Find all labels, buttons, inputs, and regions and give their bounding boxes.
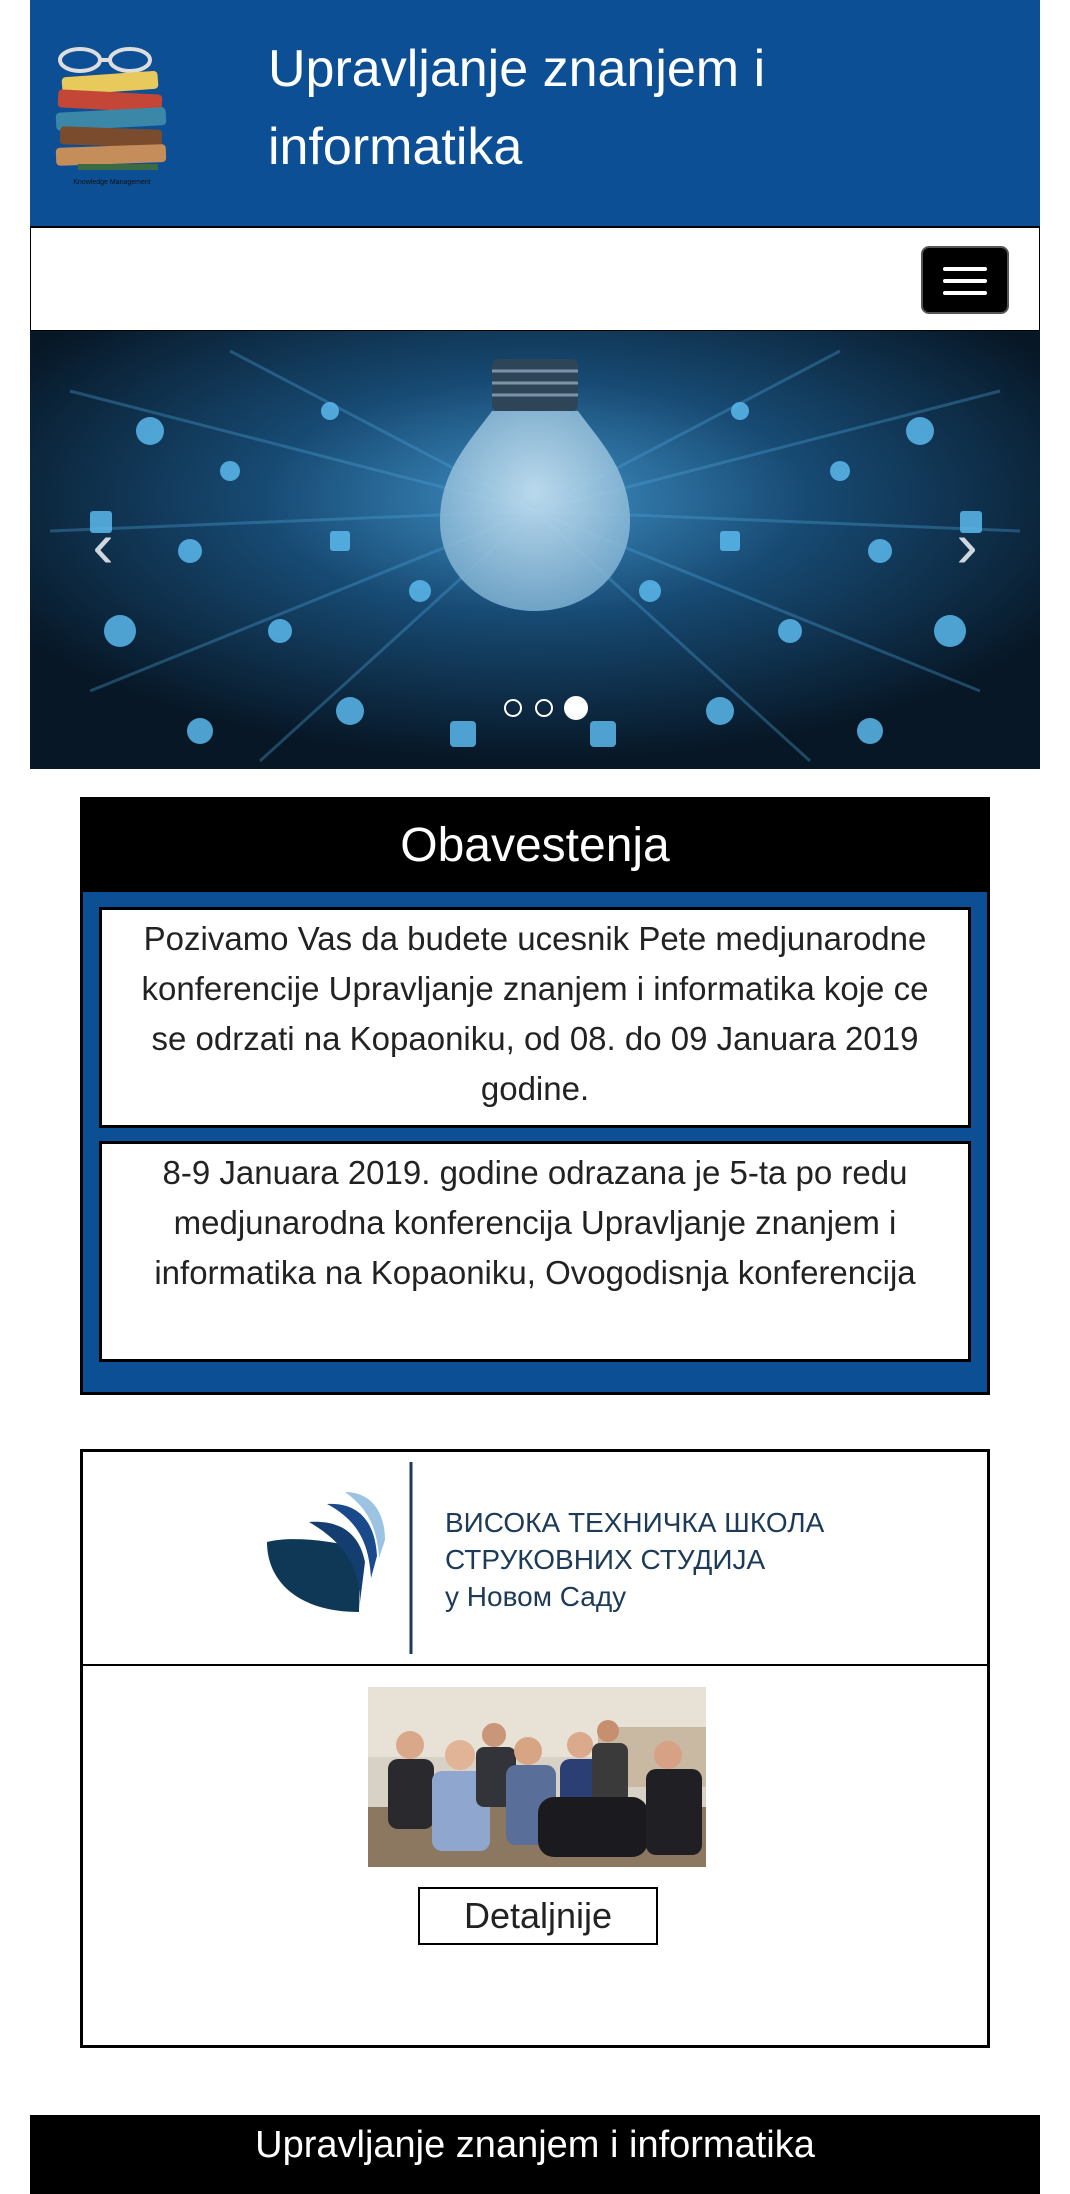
notice-item[interactable]: Pozivamo Vas da budete ucesnik Pete medj… — [99, 907, 971, 1128]
hero-carousel: ‹ › — [30, 331, 1040, 769]
hamburger-menu-icon[interactable] — [921, 246, 1009, 314]
logo-caption: Knowledge Management — [73, 179, 150, 186]
carousel-indicator-3[interactable] — [564, 696, 588, 720]
site-header: Knowledge Management Upravljanje znanjem… — [30, 0, 1040, 228]
conference-audience-photo[interactable] — [368, 1687, 706, 1867]
school-name: ВИСОКА ТЕХНИЧКА ШКОЛА СТРУКОВНИХ СТУДИЈА… — [445, 1504, 824, 1615]
school-name-line: у Новом Саду — [445, 1581, 627, 1612]
chevron-right-icon[interactable]: › — [942, 513, 992, 577]
books-with-glasses-icon[interactable]: Knowledge Management — [52, 46, 192, 190]
site-footer: Upravljanje znanjem i informatika — [30, 2115, 1040, 2194]
school-name-line: ВИСОКА ТЕХНИЧКА ШКОЛА — [445, 1507, 825, 1538]
details-button[interactable]: Detaljnije — [418, 1887, 658, 1945]
carousel-indicator-2[interactable] — [535, 699, 553, 717]
school-name-line: СТРУКОВНИХ СТУДИЈА — [445, 1544, 766, 1575]
notices-panel: Obavestenja Pozivamo Vas da budete ucesn… — [80, 797, 990, 1395]
school-logo-banner: ВИСОКА ТЕХНИЧКА ШКОЛА СТРУКОВНИХ СТУДИЈА… — [83, 1452, 987, 1666]
carousel-indicator-1[interactable] — [504, 699, 522, 717]
notice-item[interactable]: 8-9 Januara 2019. godine odrazana je 5-t… — [99, 1141, 971, 1362]
notices-title: Obavestenja — [83, 800, 987, 892]
navbar — [30, 228, 1040, 331]
carousel-indicators — [494, 695, 624, 725]
site-title[interactable]: Upravljanje znanjem i informatika — [268, 30, 908, 186]
chevron-left-icon[interactable]: ‹ — [78, 513, 128, 577]
conference-card: ВИСОКА ТЕХНИЧКА ШКОЛА СТРУКОВНИХ СТУДИЈА… — [80, 1449, 990, 2048]
footer-title: Upravljanje znanjem i informatika — [255, 2124, 815, 2166]
school-logo-icon — [267, 1462, 413, 1654]
